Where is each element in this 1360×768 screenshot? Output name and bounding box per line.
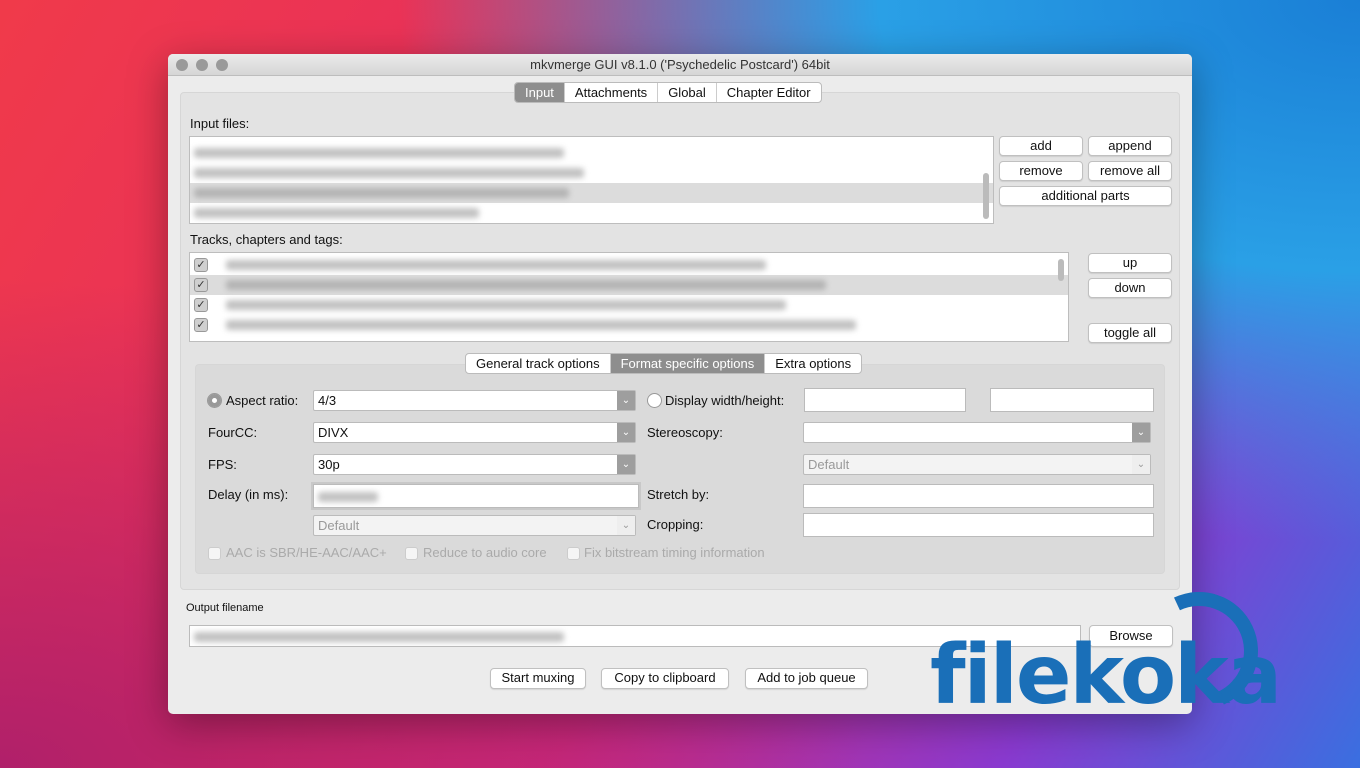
- stereoscopy-label: Stereoscopy:: [647, 425, 723, 440]
- toggle-all-button[interactable]: toggle all: [1088, 323, 1172, 343]
- add-to-job-queue-button[interactable]: Add to job queue: [745, 668, 868, 689]
- remove-button[interactable]: remove: [999, 161, 1083, 181]
- track-checkbox[interactable]: ✓: [194, 298, 208, 312]
- chevron-down-icon: ⌄: [1132, 455, 1150, 474]
- list-item[interactable]: [190, 143, 993, 163]
- fix-timing-checkbox[interactable]: [567, 547, 580, 560]
- down-button[interactable]: down: [1088, 278, 1172, 298]
- remove-all-button[interactable]: remove all: [1088, 161, 1172, 181]
- stretch-label: Stretch by:: [647, 487, 710, 502]
- aspect-ratio-radio[interactable]: [207, 393, 222, 408]
- tracks-list[interactable]: ✓ ✓ ✓ ✓: [189, 252, 1069, 342]
- chevron-down-icon: ⌄: [617, 423, 635, 442]
- up-button[interactable]: up: [1088, 253, 1172, 273]
- tab-extra-options[interactable]: Extra options: [765, 354, 861, 373]
- aac-checkbox[interactable]: [208, 547, 221, 560]
- tab-input[interactable]: Input: [515, 83, 565, 102]
- fourcc-select[interactable]: DIVX ⌄: [313, 422, 636, 443]
- default-select-left[interactable]: Default ⌄: [313, 515, 636, 536]
- input-files-list[interactable]: [189, 136, 994, 224]
- default-select-right[interactable]: Default ⌄: [803, 454, 1151, 475]
- fps-select[interactable]: 30p ⌄: [313, 454, 636, 475]
- cropping-label: Cropping:: [647, 517, 704, 532]
- scrollbar[interactable]: [983, 173, 989, 219]
- default-value: Default: [808, 457, 850, 472]
- aspect-ratio-value: 4/3: [318, 393, 337, 408]
- title-bar: mkvmerge GUI v8.1.0 ('Psychedelic Postca…: [168, 54, 1192, 76]
- tab-chapter-editor[interactable]: Chapter Editor: [717, 83, 821, 102]
- track-item[interactable]: ✓: [190, 315, 1068, 335]
- track-option-tabs: General track options Format specific op…: [465, 353, 863, 374]
- tab-format-specific-options[interactable]: Format specific options: [610, 354, 766, 373]
- scrollbar[interactable]: [1058, 259, 1064, 281]
- default-value: Default: [318, 518, 360, 533]
- zoom-button[interactable]: [216, 59, 228, 71]
- filekoka-watermark-logo: filekoka: [930, 628, 1282, 723]
- stereoscopy-select[interactable]: ⌄: [803, 422, 1151, 443]
- tab-attachments[interactable]: Attachments: [565, 83, 659, 102]
- aspect-ratio-label: Aspect ratio:: [226, 393, 299, 408]
- chevron-down-icon: ⌄: [617, 455, 635, 474]
- start-muxing-button[interactable]: Start muxing: [490, 668, 586, 689]
- tab-global[interactable]: Global: [658, 83, 717, 102]
- list-item[interactable]: [190, 183, 993, 203]
- aspect-ratio-select[interactable]: 4/3 ⌄: [313, 390, 636, 411]
- track-checkbox[interactable]: ✓: [194, 278, 208, 292]
- delay-input[interactable]: [313, 484, 639, 508]
- stretch-input[interactable]: [803, 484, 1154, 508]
- fourcc-label: FourCC:: [208, 425, 258, 440]
- fps-label: FPS:: [208, 457, 237, 472]
- additional-parts-button[interactable]: additional parts: [999, 186, 1172, 206]
- track-checkbox[interactable]: ✓: [194, 318, 208, 332]
- aac-label: AAC is SBR/HE-AAC/AAC+: [226, 545, 387, 560]
- reduce-core-checkbox[interactable]: [405, 547, 418, 560]
- input-files-label: Input files:: [190, 116, 250, 131]
- display-wh-radio[interactable]: [647, 393, 662, 408]
- main-tabs: Input Attachments Global Chapter Editor: [514, 82, 822, 103]
- display-wh-label: Display width/height:: [665, 393, 785, 408]
- copy-to-clipboard-button[interactable]: Copy to clipboard: [601, 668, 729, 689]
- track-checkbox[interactable]: ✓: [194, 258, 208, 272]
- append-button[interactable]: append: [1088, 136, 1172, 156]
- window-title: mkvmerge GUI v8.1.0 ('Psychedelic Postca…: [530, 57, 830, 72]
- display-width-input[interactable]: [804, 388, 966, 412]
- track-item[interactable]: ✓: [190, 295, 1068, 315]
- mkvmerge-window: mkvmerge GUI v8.1.0 ('Psychedelic Postca…: [168, 54, 1192, 714]
- tab-general-track-options[interactable]: General track options: [466, 354, 611, 373]
- minimize-button[interactable]: [196, 59, 208, 71]
- cropping-input[interactable]: [803, 513, 1154, 537]
- chevron-down-icon: ⌄: [617, 391, 635, 410]
- tracks-label: Tracks, chapters and tags:: [190, 232, 343, 247]
- fix-timing-label: Fix bitstream timing information: [584, 545, 765, 560]
- delay-label: Delay (in ms):: [208, 487, 289, 502]
- list-item[interactable]: [190, 163, 993, 183]
- track-item[interactable]: ✓: [190, 255, 1068, 275]
- reduce-core-label: Reduce to audio core: [423, 545, 547, 560]
- list-item[interactable]: [190, 203, 993, 223]
- fps-value: 30p: [318, 457, 340, 472]
- close-button[interactable]: [176, 59, 188, 71]
- track-item[interactable]: ✓: [190, 275, 1068, 295]
- display-height-input[interactable]: [990, 388, 1154, 412]
- chevron-down-icon: ⌄: [1132, 423, 1150, 442]
- output-filename-label: Output filename: [186, 602, 264, 614]
- chevron-down-icon: ⌄: [617, 516, 635, 535]
- add-button[interactable]: add: [999, 136, 1083, 156]
- fourcc-value: DIVX: [318, 425, 349, 440]
